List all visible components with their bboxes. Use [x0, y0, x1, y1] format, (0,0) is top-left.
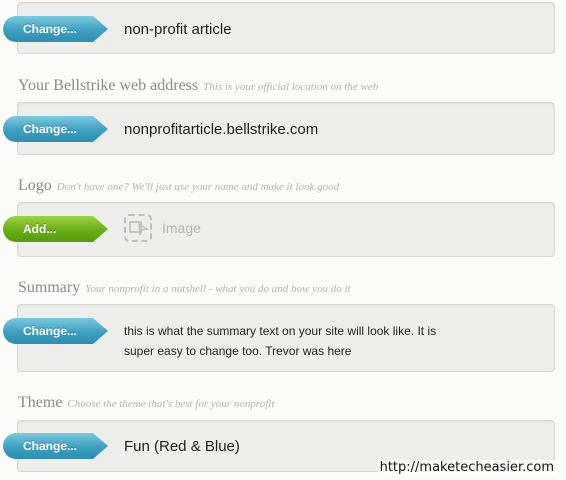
web-address-title: Your Bellstrike web address: [18, 77, 199, 94]
change-web-address-button[interactable]: Change...: [3, 116, 108, 142]
image-icon: [124, 214, 152, 242]
web-address-label: Your Bellstrike web address This is your …: [18, 77, 378, 95]
summary-label: Summary Your nonprofit in a nutshell - wh…: [18, 279, 351, 297]
theme-hint: Choose the theme that's best for your no…: [67, 398, 275, 410]
logo-hint: Don't have one? We'll just use your name…: [56, 181, 340, 193]
image-placeholder-label: Image: [162, 220, 201, 236]
logo-title: Logo: [18, 177, 52, 194]
theme-label: Theme Choose the theme that's best for yo…: [18, 394, 274, 412]
change-summary-button[interactable]: Change...: [3, 318, 108, 344]
web-address-hint: This is your official location on the we…: [203, 81, 379, 93]
change-theme-button[interactable]: Change...: [3, 433, 108, 459]
logo-image-placeholder[interactable]: Image: [124, 214, 201, 242]
summary-hint: Your nonprofit in a nutshell - what you …: [85, 283, 351, 295]
summary-title: Summary: [18, 279, 81, 296]
theme-value: Fun (Red & Blue): [124, 438, 240, 455]
summary-value: this is what the summary text on your si…: [124, 324, 437, 358]
change-name-button[interactable]: Change...: [3, 16, 108, 42]
watermark-url: http://maketecheasier.com: [377, 460, 556, 475]
web-address-value: nonprofitarticle.bellstrike.com: [124, 121, 319, 138]
name-value: non-profit article: [124, 21, 232, 38]
logo-label: Logo Don't have one? We'll just use your …: [18, 177, 339, 195]
theme-title: Theme: [18, 394, 63, 411]
add-logo-button[interactable]: Add...: [3, 216, 108, 242]
